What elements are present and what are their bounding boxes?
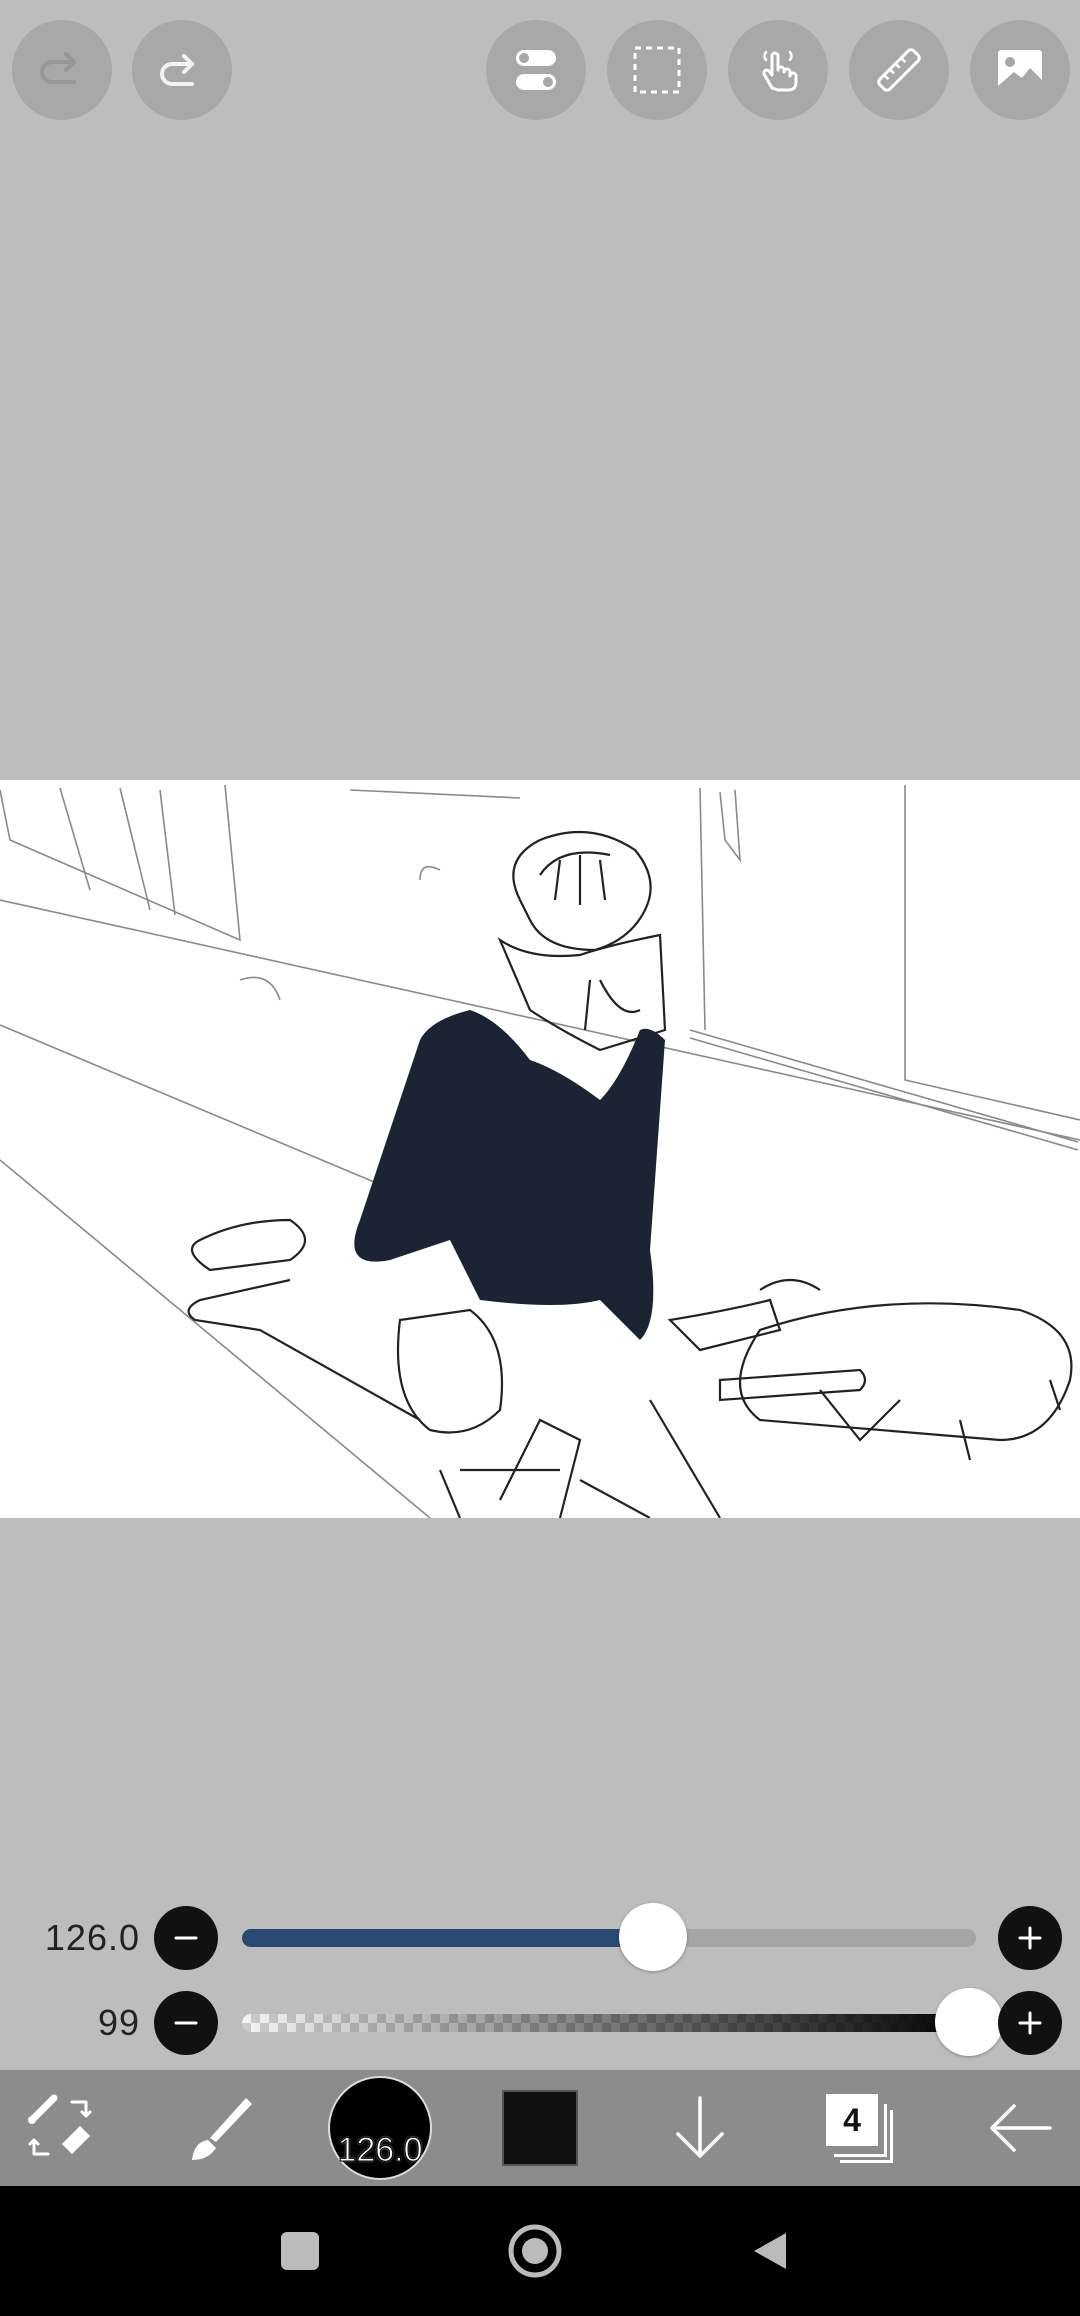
bottom-toolbar: 126.0 4 — [0, 2070, 1080, 2186]
brush-opacity-thumb[interactable] — [934, 1988, 1003, 2056]
system-navigation-bar — [0, 2186, 1080, 2316]
hand-icon — [762, 50, 798, 92]
toggle-button[interactable] — [486, 20, 586, 120]
recents-button[interactable] — [270, 2221, 330, 2281]
home-button[interactable] — [505, 2221, 565, 2281]
layers-count: 4 — [843, 2101, 861, 2138]
download-button[interactable] — [650, 2070, 750, 2186]
brush-size-value: 126.0 — [44, 1917, 140, 1958]
plus-icon — [1018, 2011, 1042, 2035]
brush-opacity-increase-button[interactable] — [998, 1991, 1062, 2055]
redo-button[interactable] — [132, 20, 232, 120]
arrow-left-icon — [990, 2104, 1052, 2152]
undo-icon — [40, 52, 76, 84]
drawing-canvas[interactable] — [0, 780, 1080, 1519]
home-circle-icon — [508, 2224, 562, 2278]
brush-preview-circle: 126.0 — [328, 2076, 432, 2180]
brush-opacity-track[interactable] — [242, 1988, 1003, 2056]
back-nav-button[interactable] — [740, 2221, 800, 2281]
image-icon — [998, 50, 1042, 90]
toggle-icon — [516, 50, 556, 90]
selection-icon — [633, 46, 681, 94]
current-color-swatch — [502, 2090, 578, 2166]
plus-icon — [1018, 1926, 1042, 1950]
undo-button[interactable] — [12, 20, 112, 120]
layers-button[interactable]: 4 — [810, 2070, 910, 2186]
minus-icon — [174, 2021, 198, 2025]
hand-button[interactable] — [728, 20, 828, 120]
color-picker-button[interactable] — [490, 2070, 590, 2186]
brush-icon — [192, 2098, 252, 2160]
image-button[interactable] — [970, 20, 1070, 120]
layers-icon: 4 — [820, 2088, 900, 2168]
arrow-down-icon — [676, 2096, 724, 2158]
brush-size-increase-button[interactable] — [998, 1906, 1062, 1970]
swap-brush-eraser-button[interactable] — [10, 2070, 110, 2186]
ruler-icon — [877, 48, 921, 92]
square-icon — [281, 2232, 319, 2270]
brush-size-track[interactable] — [242, 1903, 976, 1971]
brush-preview-button[interactable]: 126.0 — [325, 2070, 435, 2186]
redo-icon — [160, 54, 194, 86]
brush-tool-button[interactable] — [170, 2070, 270, 2186]
brush-size-thumb[interactable] — [619, 1903, 688, 1971]
ruler-button[interactable] — [849, 20, 949, 120]
brush-size-fill — [242, 1929, 654, 1947]
triangle-back-icon — [754, 2233, 786, 2269]
brush-opacity-slider-row: 99 — [0, 1988, 1080, 2058]
sweater-fill — [354, 1010, 665, 1340]
sketch-artwork — [0, 784, 1080, 1519]
brush-size-slider-row: 126.0 — [0, 1903, 1080, 1973]
selection-button[interactable] — [607, 20, 707, 120]
brush-eraser-swap-icon — [28, 2094, 92, 2156]
back-button[interactable] — [970, 2070, 1070, 2186]
minus-icon — [174, 1936, 198, 1940]
brush-opacity-value: 99 — [97, 2002, 140, 2043]
brush-preview-label: 126.0 — [337, 2131, 423, 2170]
brush-size-decrease-button[interactable] — [154, 1906, 218, 1970]
brush-opacity-decrease-button[interactable] — [154, 1991, 218, 2055]
